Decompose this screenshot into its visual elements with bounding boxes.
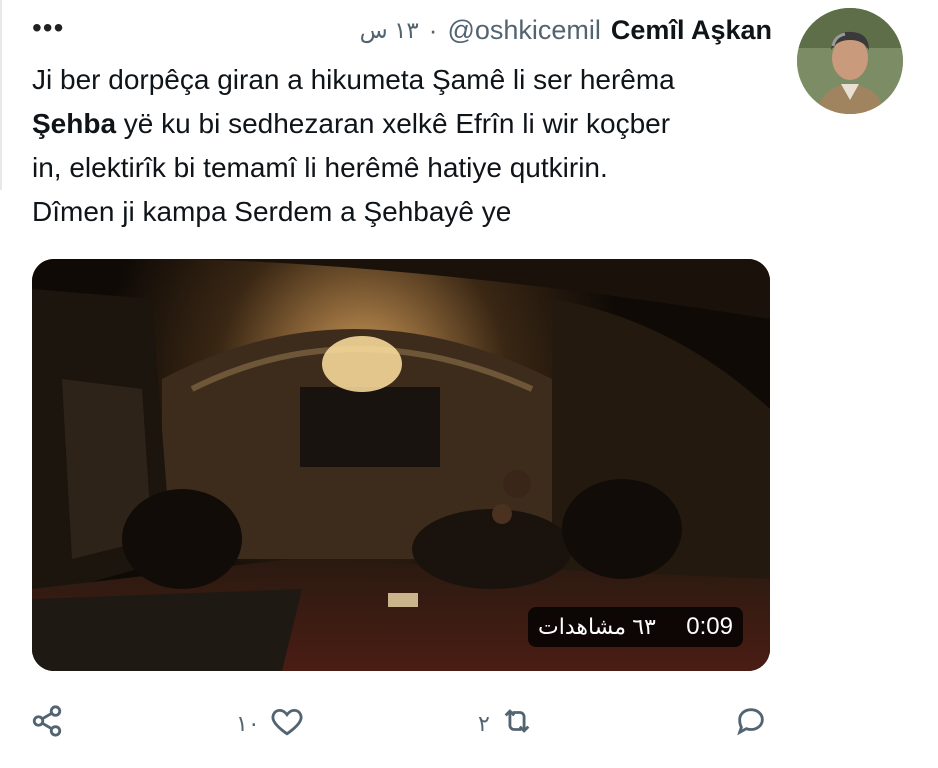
tweet-text-segment: yë ku bi sedhezaran xelkê Efrîn li wir k… [116,108,671,139]
like-count: ١٠ [236,711,260,736]
tweet-text-line: Ji ber dorpêça giran a hikumeta Şamê li … [32,64,675,95]
reply-button[interactable] [734,704,778,744]
like-icon [270,704,304,744]
hashtag-bold: Şehba [32,108,117,139]
video-duration: 0:09 [686,613,733,640]
reply-icon [734,704,768,744]
more-icon[interactable]: ••• [32,14,64,42]
retweet-icon [500,704,534,744]
like-button[interactable]: ١٠ [236,704,304,744]
share-icon [30,704,64,744]
author-name[interactable]: Cemîl Aşkan [611,15,772,46]
thread-line [0,0,2,190]
retweet-count: ٢ [478,711,490,736]
author-handle[interactable]: @oshkicemil [447,15,600,46]
tweet-time[interactable]: ١٣ س [360,17,419,44]
action-bar: ١٠ ٢ [0,690,938,760]
view-count: ٦٣ مشاهدات [538,614,656,639]
video-overlay: ٦٣ مشاهدات 0:09 [528,607,743,647]
retweet-button[interactable]: ٢ [478,704,534,744]
tweet-text-line: Şehba yë ku bi sedhezaran xelkê Efrîn li… [32,102,772,146]
tweet-header: ١٣ س · @oshkicemil Cemîl Aşkan [360,12,772,48]
avatar[interactable] [797,8,903,114]
tweet-text-line: Dîmen ji kampa Serdem a Şehbayê ye [32,196,512,227]
separator: · [428,14,438,45]
share-button[interactable] [30,704,74,744]
tweet-text-line: in, elektirîk bi temamî li herêmê hatiye… [32,152,608,183]
tweet-text: Ji ber dorpêça giran a hikumeta Şamê li … [32,58,772,234]
